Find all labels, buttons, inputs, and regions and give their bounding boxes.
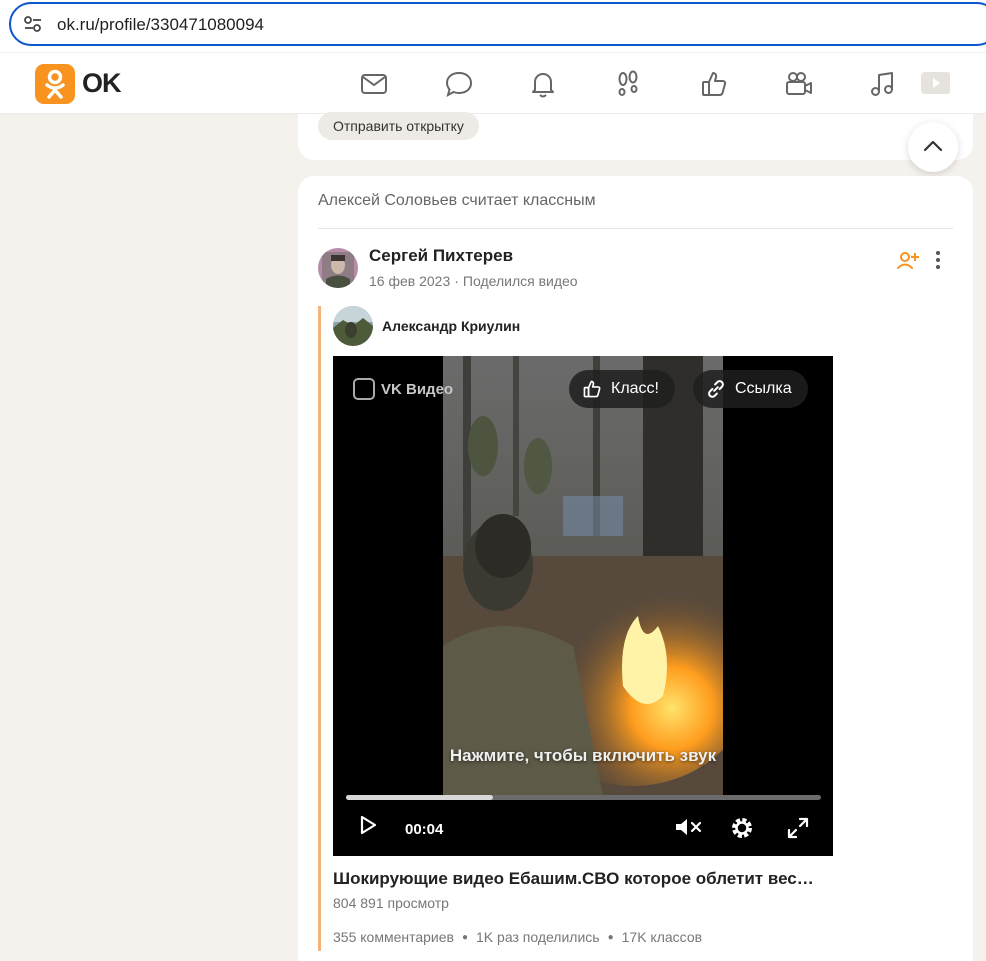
video-title[interactable]: Шокирующие видео Ебашим.СВО которое обле… [333,869,814,889]
send-postcard-button[interactable]: Отправить открытку [318,112,479,140]
shares-count[interactable]: 1K раз поделились [476,929,600,945]
vk-logo-icon [353,378,375,400]
stats-separator: ● [461,931,469,943]
link-icon [708,380,724,398]
scroll-to-top-button[interactable] [908,122,958,172]
add-friend-icon[interactable] [896,248,920,272]
class-button[interactable]: Класс! [569,370,675,408]
chevron-up-icon [923,140,943,152]
video-player[interactable]: VK Видео Класс! Ссылка Нажмите, чтобы вк… [333,356,833,856]
divider [318,228,953,229]
meta-separator: · [454,273,459,289]
copy-link-button[interactable]: Ссылка [693,370,808,408]
ok-logo-icon[interactable] [35,64,75,104]
post-author-name[interactable]: Сергей Пихтерев [369,246,513,266]
post-action: Поделился видео [462,273,578,289]
post-stats: 355 комментариев ● 1K раз поделились ● 1… [333,929,702,945]
music-icon[interactable] [867,68,899,100]
video-views: 804 891 просмотр [333,895,449,911]
mail-icon[interactable] [358,68,390,100]
chat-icon[interactable] [443,68,475,100]
comments-count[interactable]: 355 комментариев [333,929,454,945]
author-avatar[interactable] [318,248,358,288]
brand-name[interactable]: OK [82,68,121,99]
feed-event-header[interactable]: Алексей Соловьев считает классным [318,192,596,210]
settings-gear-icon[interactable] [729,815,755,846]
video-time: 00:04 [405,821,444,838]
unmute-hint[interactable]: Нажмите, чтобы включить звук [333,746,833,766]
play-icon[interactable] [357,814,379,841]
browser-bar: ok.ru/profile/330471080094 [0,0,986,52]
feed-card: Алексей Соловьев считает классным Сергей… [298,176,973,961]
video-frame [443,356,723,796]
repost-indicator [318,306,321,951]
stats-separator: ● [607,931,614,943]
link-label: Ссылка [735,380,792,397]
vk-video-logo[interactable]: VK Видео [353,378,453,400]
site-header: OK [0,52,986,114]
post-meta: 16 фев 2023 · Поделился видео [369,273,578,289]
fullscreen-icon[interactable] [786,816,810,845]
site-settings-icon[interactable] [23,15,43,33]
video-play-icon[interactable] [918,68,951,100]
video-progress-bar[interactable] [346,795,821,800]
class-label: Класс! [611,380,659,397]
like-icon [583,380,601,398]
repost-author-avatar[interactable] [333,306,373,346]
like-icon[interactable] [698,68,730,100]
previous-card: Отправить открытку [298,112,973,160]
repost-author-name[interactable]: Александр Криулин [382,318,520,334]
video-provider: VK Видео [381,380,454,398]
post-date[interactable]: 16 фев 2023 [369,273,450,289]
bell-icon[interactable] [527,68,559,100]
url-text[interactable]: ok.ru/profile/330471080094 [57,15,264,35]
mute-icon[interactable] [674,816,704,843]
address-bar[interactable]: ok.ru/profile/330471080094 [9,2,986,46]
classes-count[interactable]: 17K классов [622,929,702,945]
video-progress-fill [346,795,494,800]
footprints-icon[interactable] [612,68,644,100]
more-options-icon[interactable] [928,248,948,272]
video-camera-icon[interactable] [783,68,815,100]
